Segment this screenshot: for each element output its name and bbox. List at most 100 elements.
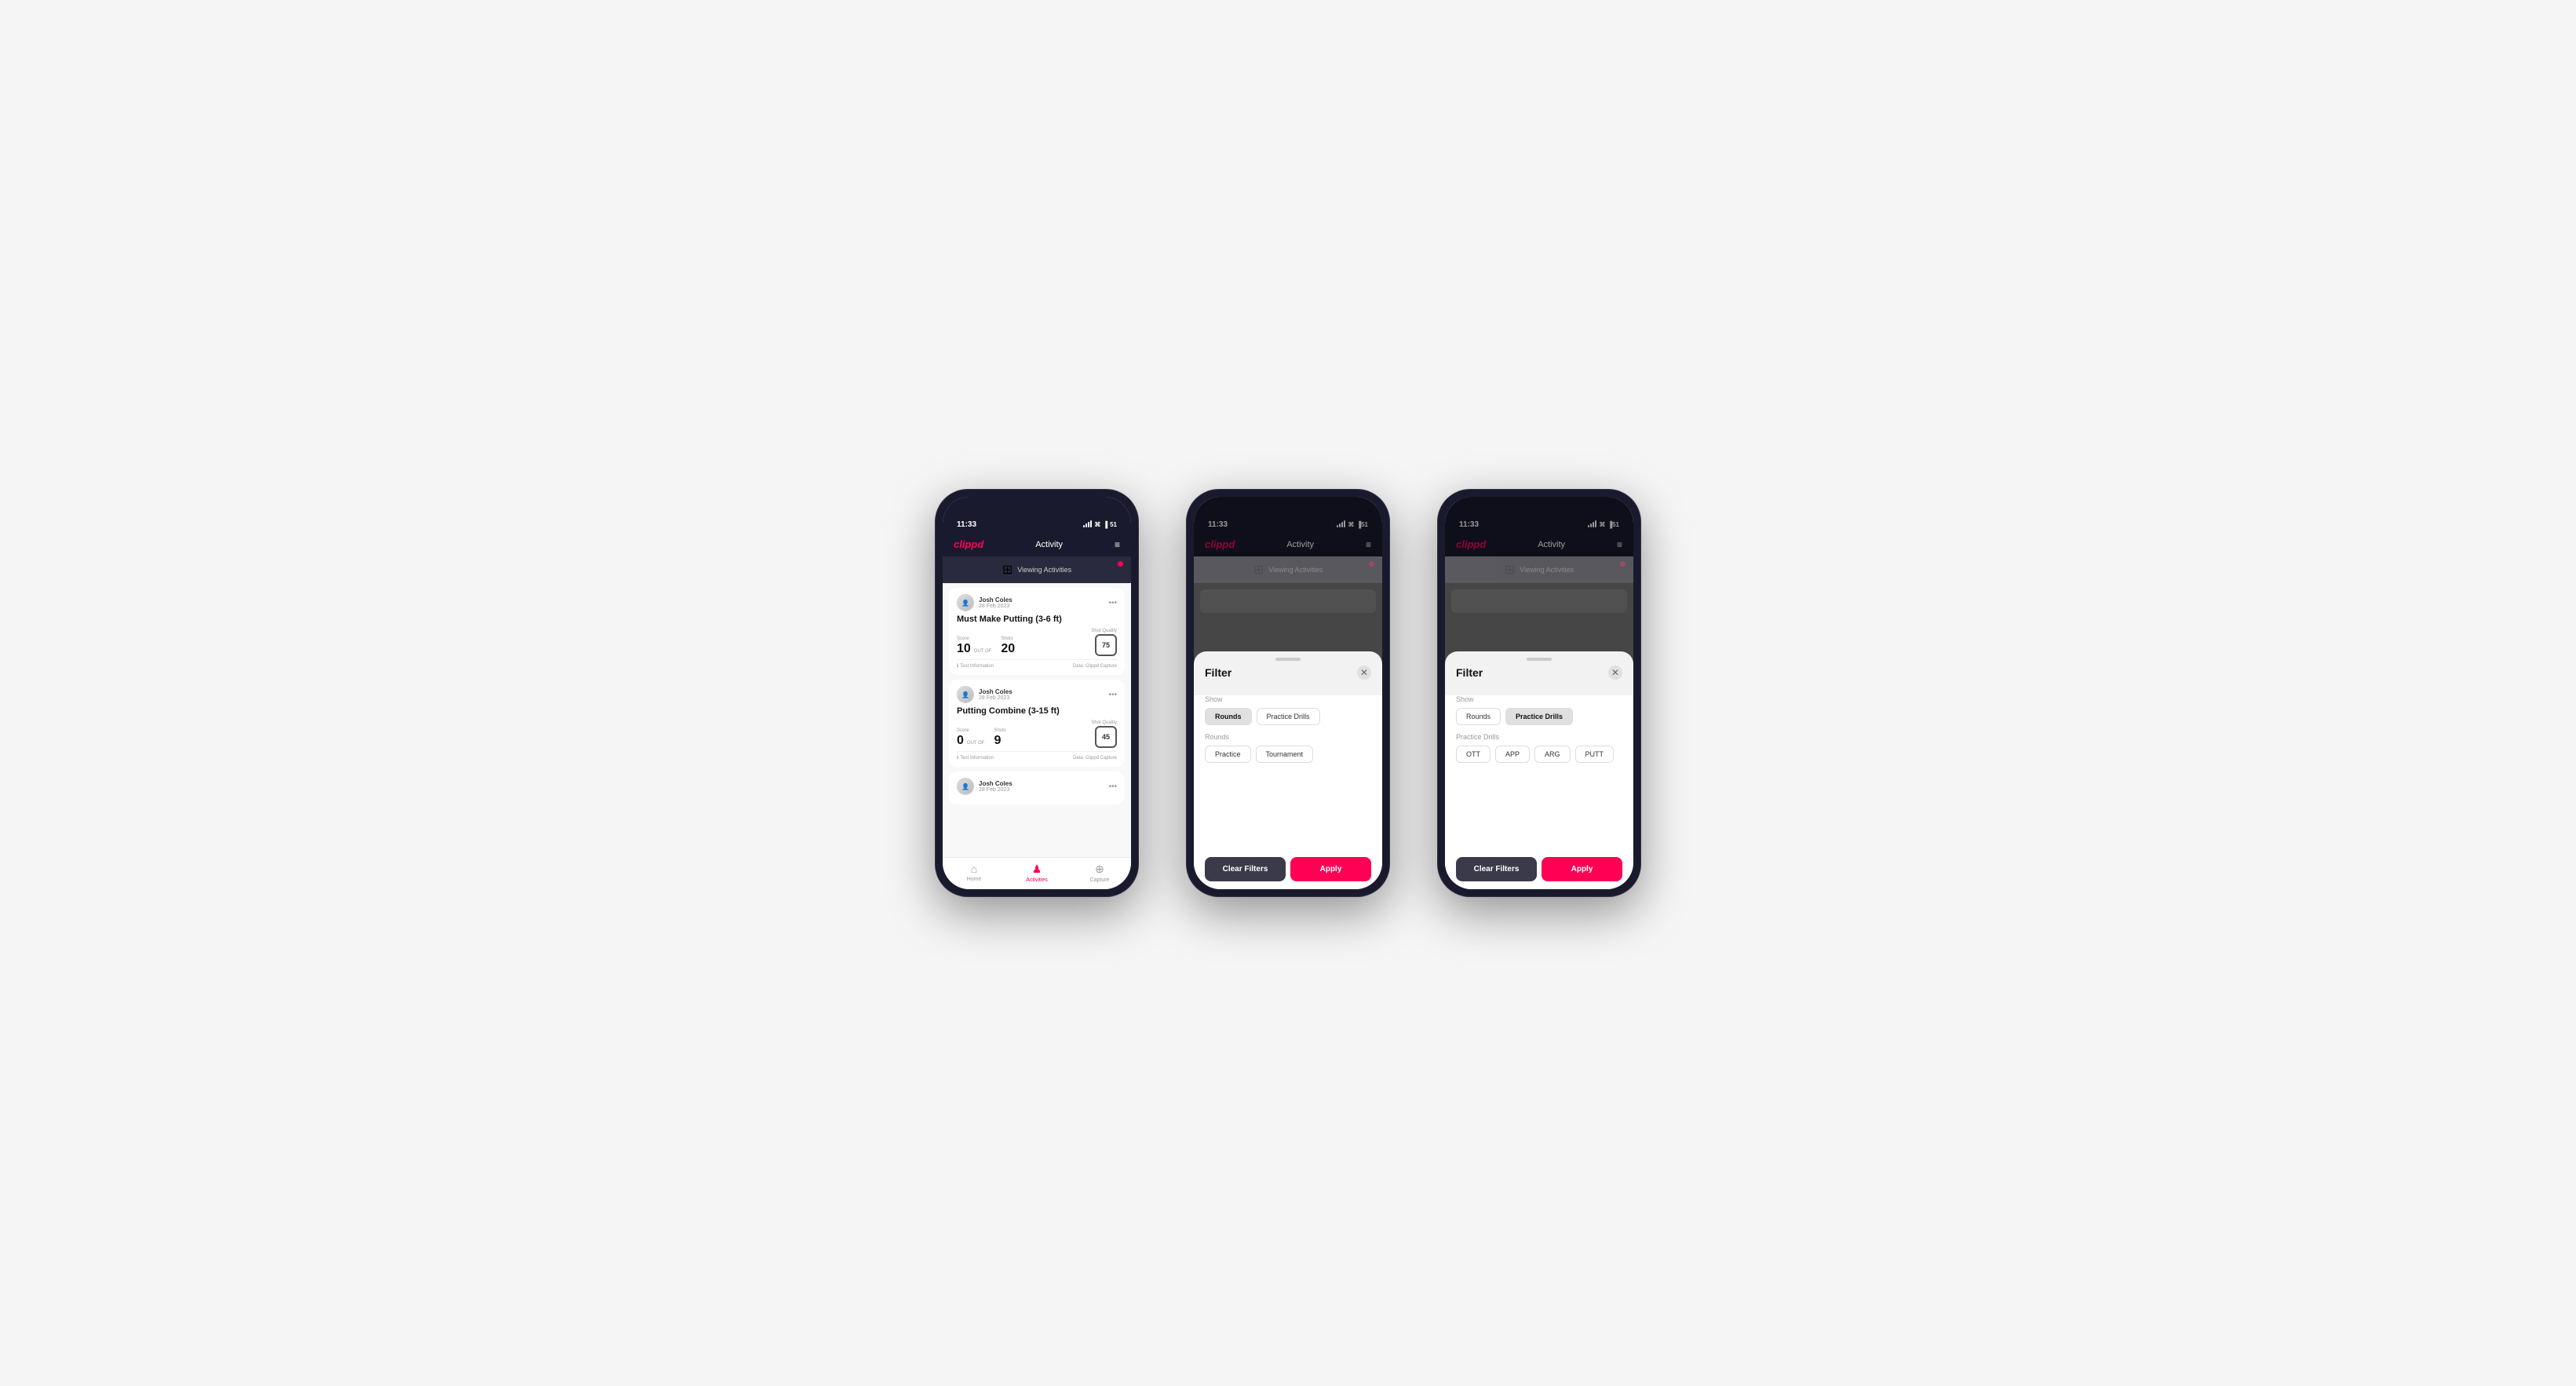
card-header-3: 👤 Josh Coles 28 Feb 2023 ••• bbox=[957, 778, 1117, 795]
show-options-3: Rounds Practice Drills bbox=[1456, 708, 1622, 725]
activity-card-1[interactable]: 👤 Josh Coles 28 Feb 2023 ••• Must Make P… bbox=[949, 588, 1125, 675]
shots-label-2: Shots bbox=[994, 728, 1005, 733]
quality-badge-1: 75 bbox=[1095, 634, 1117, 656]
score-section-1: Score 10 OUT OF bbox=[957, 636, 993, 656]
filter-footer-3: Clear Filters Apply bbox=[1445, 849, 1633, 889]
card-dots-1[interactable]: ••• bbox=[1108, 599, 1117, 607]
phones-container: 11:33 ⌘ ▐ 51 c bbox=[935, 489, 1641, 897]
logo-1: clippd bbox=[954, 538, 983, 550]
capture-icon-1: ⊕ bbox=[1095, 863, 1104, 876]
score-section-2: Score 0 OUT OF bbox=[957, 728, 986, 748]
info-icon-2: ℹ bbox=[957, 755, 958, 760]
practice-drills-btn-2[interactable]: Practice Drills bbox=[1257, 708, 1320, 725]
card-stats-1: Score 10 OUT OF Shots 20 Shot Quality bbox=[957, 629, 1117, 656]
filter-title-2: Filter bbox=[1205, 666, 1231, 679]
bottom-tabs-1: ⌂ Home ♟ Activities ⊕ Capture bbox=[943, 857, 1131, 889]
ott-btn-3[interactable]: OTT bbox=[1456, 746, 1491, 763]
shots-value-2: 9 bbox=[994, 734, 1005, 748]
card-source-2: Data: Clippd Capture bbox=[1073, 756, 1117, 760]
card-header-1: 👤 Josh Coles 28 Feb 2023 ••• bbox=[957, 594, 1117, 611]
user-info-3: Josh Coles 28 Feb 2023 bbox=[979, 780, 1013, 793]
show-options-2: Rounds Practice Drills bbox=[1205, 708, 1371, 725]
card-info-2: ℹ Test Information bbox=[957, 755, 994, 760]
tab-activities-1[interactable]: ♟ Activities bbox=[1005, 863, 1068, 883]
nav-title-1: Activity bbox=[1035, 540, 1063, 549]
shots-value-1: 20 bbox=[1001, 642, 1015, 656]
avatar-3: 👤 bbox=[957, 778, 974, 795]
activities-icon-1: ♟ bbox=[1032, 863, 1042, 876]
menu-icon-1[interactable]: ≡ bbox=[1115, 539, 1120, 550]
user-info-2: Josh Coles 28 Feb 2023 bbox=[979, 688, 1013, 701]
card-title-2: Putting Combine (3-15 ft) bbox=[957, 706, 1117, 716]
tab-home-1[interactable]: ⌂ Home bbox=[943, 863, 1005, 883]
rounds-btn-2[interactable]: Rounds bbox=[1205, 708, 1252, 725]
practice-drills-label-3: Practice Drills bbox=[1456, 733, 1622, 741]
wifi-icon-1: ⌘ bbox=[1094, 521, 1100, 528]
status-time-1: 11:33 bbox=[957, 520, 976, 529]
capture-label-1: Capture bbox=[1090, 877, 1110, 883]
tab-capture-1[interactable]: ⊕ Capture bbox=[1068, 863, 1131, 883]
rounds-btn-3[interactable]: Rounds bbox=[1456, 708, 1501, 725]
filter-footer-2: Clear Filters Apply bbox=[1194, 849, 1382, 889]
show-label-2: Show bbox=[1205, 695, 1371, 703]
phone-3: 11:33 ⌘ ▐51 clippd bbox=[1437, 489, 1641, 897]
filter-title-3: Filter bbox=[1456, 666, 1483, 679]
tournament-btn-2[interactable]: Tournament bbox=[1256, 746, 1314, 763]
shots-section-2: Shots 9 bbox=[994, 728, 1005, 748]
card-user-2: 👤 Josh Coles 28 Feb 2023 bbox=[957, 686, 1013, 703]
phone-1: 11:33 ⌘ ▐ 51 c bbox=[935, 489, 1139, 897]
filter-close-3[interactable]: ✕ bbox=[1608, 666, 1622, 680]
dynamic-island-1 bbox=[1005, 495, 1068, 511]
score-label-1: Score bbox=[957, 636, 993, 641]
score-out-of-1: 10 OUT OF bbox=[957, 642, 993, 656]
battery-level-1: 51 bbox=[1110, 521, 1117, 528]
card-title-1: Must Make Putting (3-6 ft) bbox=[957, 615, 1117, 624]
apply-btn-3[interactable]: Apply bbox=[1542, 857, 1622, 881]
filter-icon-1: ⊞ bbox=[1002, 562, 1013, 578]
activity-list-1: 👤 Josh Coles 28 Feb 2023 ••• Must Make P… bbox=[943, 583, 1131, 857]
activity-card-3[interactable]: 👤 Josh Coles 28 Feb 2023 ••• bbox=[949, 771, 1125, 804]
viewing-banner-text-1: Viewing Activities bbox=[1017, 566, 1071, 574]
card-dots-2[interactable]: ••• bbox=[1108, 691, 1117, 699]
quality-label-2: Shot Quality bbox=[1091, 720, 1117, 725]
filter-header-3: Filter ✕ bbox=[1445, 666, 1633, 688]
clear-filters-btn-2[interactable]: Clear Filters bbox=[1205, 857, 1286, 881]
score-value-2: 0 bbox=[957, 734, 964, 748]
app-btn-3[interactable]: APP bbox=[1495, 746, 1530, 763]
status-icons-1: ⌘ ▐ 51 bbox=[1083, 521, 1117, 529]
filter-close-2[interactable]: ✕ bbox=[1357, 666, 1371, 680]
home-icon-1: ⌂ bbox=[971, 863, 977, 875]
practice-drills-btn-3[interactable]: Practice Drills bbox=[1505, 708, 1573, 725]
card-dots-3[interactable]: ••• bbox=[1108, 782, 1117, 791]
activity-card-2[interactable]: 👤 Josh Coles 28 Feb 2023 ••• Putting Com… bbox=[949, 680, 1125, 767]
filter-overlay-2: Filter ✕ Show Rounds Practice Drills Rou… bbox=[1194, 497, 1382, 889]
rounds-label-2: Rounds bbox=[1205, 733, 1371, 741]
user-name-3: Josh Coles bbox=[979, 780, 1013, 787]
out-of-label-2: OUT OF bbox=[967, 741, 985, 746]
score-value-1: 10 bbox=[957, 642, 971, 656]
user-date-2: 28 Feb 2023 bbox=[979, 695, 1013, 701]
filter-sheet-2: Filter ✕ Show Rounds Practice Drills Rou… bbox=[1194, 651, 1382, 889]
banner-dot-1 bbox=[1118, 561, 1123, 567]
clear-filters-btn-3[interactable]: Clear Filters bbox=[1456, 857, 1537, 881]
apply-btn-2[interactable]: Apply bbox=[1290, 857, 1371, 881]
out-of-label-1: OUT OF bbox=[974, 649, 992, 654]
show-label-3: Show bbox=[1456, 695, 1622, 703]
info-icon-1: ℹ bbox=[957, 663, 958, 669]
phone-2: 11:33 ⌘ ▐51 clippd bbox=[1186, 489, 1390, 897]
viewing-banner-1[interactable]: ⊞ Viewing Activities bbox=[943, 556, 1131, 583]
user-name-2: Josh Coles bbox=[979, 688, 1013, 695]
filter-body-2: Show Rounds Practice Drills Rounds Pract… bbox=[1194, 695, 1382, 849]
quality-section-1: Shot Quality 75 bbox=[1091, 629, 1117, 656]
practice-round-btn-2[interactable]: Practice bbox=[1205, 746, 1251, 763]
putt-btn-3[interactable]: PUTT bbox=[1575, 746, 1615, 763]
card-user-3: 👤 Josh Coles 28 Feb 2023 bbox=[957, 778, 1013, 795]
quality-label-1: Shot Quality bbox=[1091, 629, 1117, 633]
rounds-options-2: Practice Tournament bbox=[1205, 746, 1371, 763]
avatar-2: 👤 bbox=[957, 686, 974, 703]
card-footer-2: ℹ Test Information Data: Clippd Capture bbox=[957, 751, 1117, 760]
user-name-1: Josh Coles bbox=[979, 596, 1013, 604]
card-stats-2: Score 0 OUT OF Shots 9 Shot Quality bbox=[957, 720, 1117, 748]
arg-btn-3[interactable]: ARG bbox=[1534, 746, 1571, 763]
avatar-1: 👤 bbox=[957, 594, 974, 611]
